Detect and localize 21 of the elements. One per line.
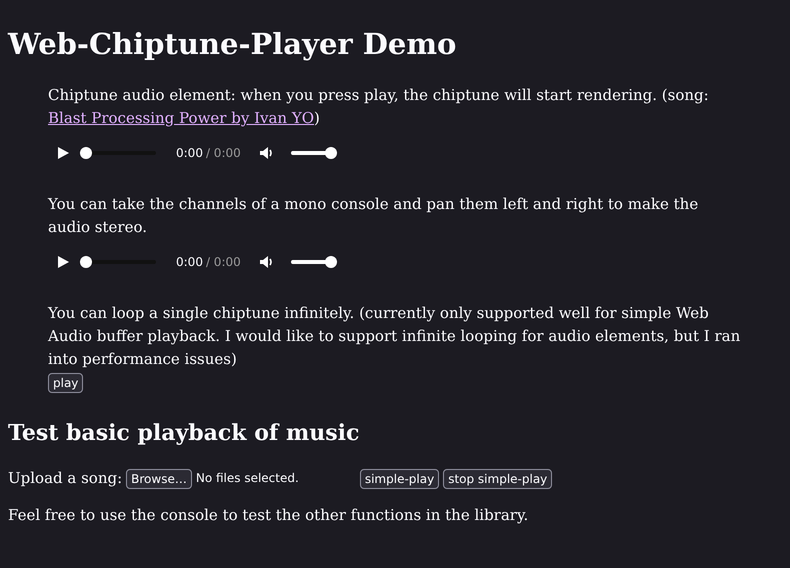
section-heading: Test basic playback of music [8, 419, 360, 447]
volume-icon[interactable] [258, 146, 275, 160]
play-icon[interactable] [56, 255, 70, 269]
upload-label: Upload a song: [8, 468, 122, 489]
page-title: Web-Chiptune-Player Demo [8, 26, 458, 63]
footer-text: Feel free to use the console to test the other functions in the library. [8, 505, 530, 526]
time-duration: / 0:00 [206, 144, 241, 162]
action-button[interactable]: simple-play [360, 468, 440, 488]
file-status: No files selected. [196, 470, 300, 487]
time-position: 0:00 [176, 144, 203, 162]
time-position: 0:00 [176, 254, 203, 270]
play-button[interactable]: play [48, 373, 84, 393]
paragraph: Chiptune audio element: when you press play, the chiptune will start rendering. (song: Blast Processing Power by Ivan YO) [48, 85, 710, 129]
volume-icon[interactable] [258, 255, 275, 269]
time-duration: / 0:00 [206, 254, 241, 270]
action-button[interactable]: stop simple-play [443, 468, 552, 488]
play-icon[interactable] [56, 146, 70, 160]
browse-button[interactable]: Browse… [126, 468, 192, 488]
paragraph: You can take the channels of a mono console and pan them left and right to make the audio stereo. [48, 194, 700, 238]
paragraph: You can loop a single chiptune infinitely. (currently only supported well for simple Web Audio buffer playback. I would like to support infinite looping for audio elements, but I ran into performance issues) [48, 303, 742, 370]
song-link[interactable]: Blast Processing Power by Ivan YO [48, 109, 314, 127]
